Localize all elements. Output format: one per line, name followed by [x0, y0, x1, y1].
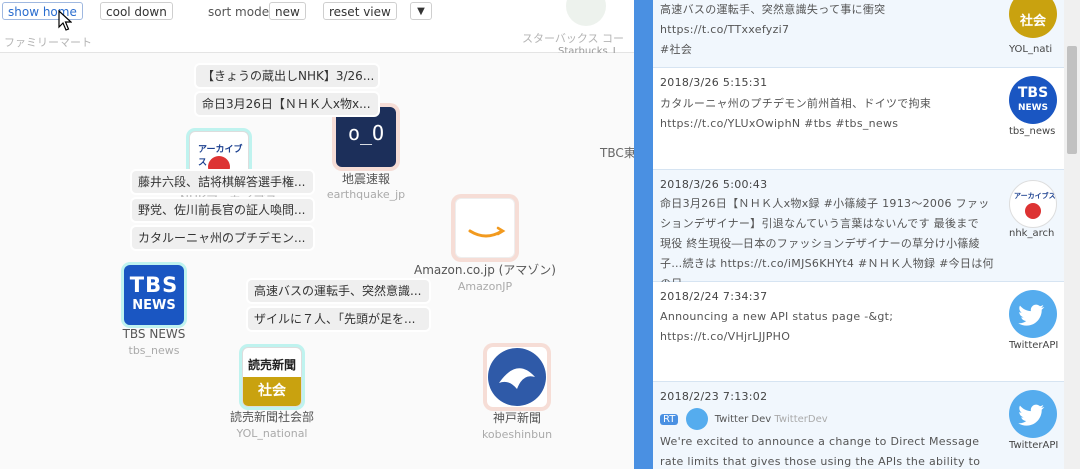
- tweet-feed-list[interactable]: 高速バスの運転手、突然意識失って事に衝突 https://t.co/TTxxef…: [653, 0, 1064, 469]
- tweet-handle: nhk_arch: [1009, 228, 1055, 239]
- earthquake-glyph: o_O: [347, 121, 385, 145]
- tweet-feed-panel: 高速バスの運転手、突然意識失って事に衝突 https://t.co/TTxxef…: [634, 0, 1080, 469]
- yomiuri-small-logo: 社会: [1019, 14, 1046, 29]
- reset-view-button[interactable]: reset view: [323, 2, 397, 20]
- tweet-bubble[interactable]: 高速バスの運転手、突然意識...: [248, 280, 429, 302]
- tweet-handle: tbs_news: [1009, 126, 1056, 137]
- tweet-bubble[interactable]: カタルーニャ州のプチデモン...: [132, 227, 313, 249]
- tweet-line: Announcing a new API status page -&gt;: [660, 310, 894, 323]
- amazon-smile-icon: [468, 226, 506, 238]
- tweet-date: 2018/3/26 5:15:31: [660, 76, 768, 89]
- tweet-text: Announcing a new API status page -&gt; h…: [660, 307, 1000, 347]
- yomiuri-handle: YOL_national: [236, 427, 308, 440]
- tbs-logo-bottom: NEWS: [132, 298, 176, 313]
- amazon-avatar[interactable]: [455, 198, 515, 258]
- tbs-news-name: TBS NEWS: [122, 327, 186, 341]
- starbucks-avatar[interactable]: [566, 0, 606, 26]
- tweet-line: 現役 終生現役―日本のファッションデザイナーの草分け小篠綾: [660, 237, 980, 250]
- cool-down-button[interactable]: cool down: [100, 2, 173, 20]
- tweet-line: #社会: [660, 43, 693, 56]
- tweet-line: rate limits that gives those using the A…: [660, 455, 981, 468]
- nhk-small-character-icon: [1025, 203, 1041, 219]
- tweet-line: https://t.co/VHjrLJJPHO: [660, 330, 791, 343]
- sort-mode-button[interactable]: new: [269, 2, 306, 20]
- sort-mode-label: sort mode:: [208, 5, 274, 19]
- tweet-bubble[interactable]: 藤井六段、詰将棋解答選手権...: [132, 171, 313, 193]
- feed-scrollbar[interactable]: [1064, 0, 1080, 469]
- yomiuri-avatar[interactable]: 読売新聞 社会: [242, 347, 302, 407]
- earthquake-avatar[interactable]: o_O: [336, 107, 396, 167]
- yomiuri-logo-bottom: 社会: [243, 377, 301, 406]
- twitter-api-avatar[interactable]: [1009, 290, 1057, 338]
- kobe-name: 神戸新聞: [492, 411, 541, 425]
- tweet-line: https://t.co/YLUxOwiphN #tbs #tbs_news: [660, 117, 899, 130]
- tweet-item[interactable]: 2018/2/23 7:13:02 RT Twitter Dev Twitter…: [653, 382, 1064, 469]
- tweet-bubble[interactable]: 野党、佐川前長官の証人喚問...: [132, 199, 313, 221]
- tbs-small-avatar[interactable]: TBS NEWS: [1009, 76, 1057, 124]
- retweet-handle: TwitterDev: [774, 414, 828, 425]
- nhk-small-avatar[interactable]: アーカイブス: [1009, 180, 1057, 228]
- tweet-line: 高速バスの運転手、突然意識失って事に衝突: [660, 3, 886, 16]
- tweet-bubble[interactable]: 命日3月26日【ＮＨＫ人x物x...: [196, 93, 378, 115]
- ghost-label-starbucks: スターバックス コー: [522, 32, 625, 45]
- tweet-bubble[interactable]: ザイルに７人、「先頭が足を...: [248, 308, 429, 330]
- kobe-handle: kobeshinbun: [481, 428, 553, 441]
- mouse-pointer-icon: [58, 10, 72, 31]
- kobe-logo-icon: [488, 348, 546, 406]
- retweet-name: Twitter Dev: [714, 414, 772, 425]
- ghost-label-familymart: ファミリーマート: [4, 36, 92, 49]
- tweet-date: 2018/2/24 7:34:37: [660, 290, 768, 303]
- tweet-date: 2018/3/26 5:00:43: [660, 178, 768, 191]
- tbs-small-logo-bottom: NEWS: [1017, 103, 1049, 113]
- tweet-text: 高速バスの運転手、突然意識失って事に衝突 https://t.co/TTxxef…: [660, 0, 1000, 60]
- dropdown-arrow-icon[interactable]: ▼: [410, 2, 432, 20]
- tbs-news-handle: tbs_news: [128, 344, 180, 357]
- kobe-avatar[interactable]: [487, 347, 547, 407]
- tbs-news-avatar[interactable]: TBS NEWS: [124, 265, 184, 325]
- twitter-bird-icon: [1018, 404, 1045, 426]
- amazon-name: Amazon.co.jp (アマゾン): [414, 263, 556, 277]
- tweet-text: 命日3月26日【ＮＨＫ人x物x録 #小篠綾子 1913〜2006 ファッ ション…: [660, 194, 1000, 294]
- twitter-bird-icon: [1018, 304, 1045, 326]
- tbs-small-logo-top: TBS: [1017, 85, 1049, 101]
- network-canvas[interactable]: TBC東 アーカイブス NHKアーカイブス o_O 地震速報 earthquak…: [0, 53, 636, 469]
- tweet-line: We're excited to announce a change to Di…: [660, 435, 980, 448]
- tweet-item[interactable]: 2018/3/26 5:00:43 命日3月26日【ＮＨＫ人x物x録 #小篠綾子…: [653, 170, 1064, 290]
- twitter-api-avatar[interactable]: [1009, 390, 1057, 438]
- retweet-badge: RT: [660, 414, 679, 425]
- tweet-item[interactable]: 2018/3/26 5:15:31 カタルーニャ州のプチデモン前州首相、ドイツで…: [653, 68, 1064, 170]
- tweet-date: 2018/2/23 7:13:02: [660, 390, 768, 403]
- ghost-label-tbc: TBC東: [600, 146, 636, 160]
- tweet-line: カタルーニャ州のプチデモン前州首相、ドイツで拘束: [660, 97, 932, 110]
- yomiuri-small-avatar[interactable]: 社会: [1009, 0, 1057, 38]
- tweet-item[interactable]: 高速バスの運転手、突然意識失って事に衝突 https://t.co/TTxxef…: [653, 0, 1064, 68]
- twitter-bird-icon: [685, 408, 708, 430]
- tweet-line: https://t.co/TTxxefyzi7: [660, 23, 790, 36]
- nhk-small-logo: アーカイブス: [1014, 192, 1056, 200]
- tweet-handle: TwitterAPI: [1009, 340, 1059, 351]
- earthquake-name: 地震速報: [341, 172, 390, 186]
- tweet-item[interactable]: 2018/2/24 7:34:37 Announcing a new API s…: [653, 282, 1064, 382]
- tweet-text: カタルーニャ州のプチデモン前州首相、ドイツで拘束 https://t.co/YL…: [660, 94, 1000, 134]
- toolbar: ファミリーマート amima_now show home cool down s…: [0, 0, 634, 67]
- panel-accent-bar: [634, 0, 653, 469]
- yomiuri-logo-top: 読売新聞: [247, 358, 296, 372]
- yomiuri-name: 読売新聞社会部: [229, 410, 314, 424]
- amazon-handle: AmazonJP: [457, 280, 513, 293]
- tweet-bubble[interactable]: 【きょうの蔵出しNHK】3/26...: [196, 65, 378, 87]
- earthquake-handle: earthquake_jp: [326, 188, 406, 201]
- retweet-row: RT Twitter Dev TwitterDev: [660, 408, 828, 430]
- tweet-text: We're excited to announce a change to Di…: [660, 432, 1020, 469]
- scrollbar-thumb[interactable]: [1067, 46, 1077, 154]
- tbs-logo-top: TBS: [129, 273, 179, 297]
- tweet-handle: TwitterAPI: [1009, 440, 1059, 451]
- tweet-line: 命日3月26日【ＮＨＫ人x物x録 #小篠綾子 1913〜2006 ファッ: [660, 197, 990, 210]
- tweet-handle: YOL_nati: [1009, 44, 1053, 55]
- tweet-line: ションデザイナー】引退なんていう言葉はないんです 最後まで: [660, 217, 979, 230]
